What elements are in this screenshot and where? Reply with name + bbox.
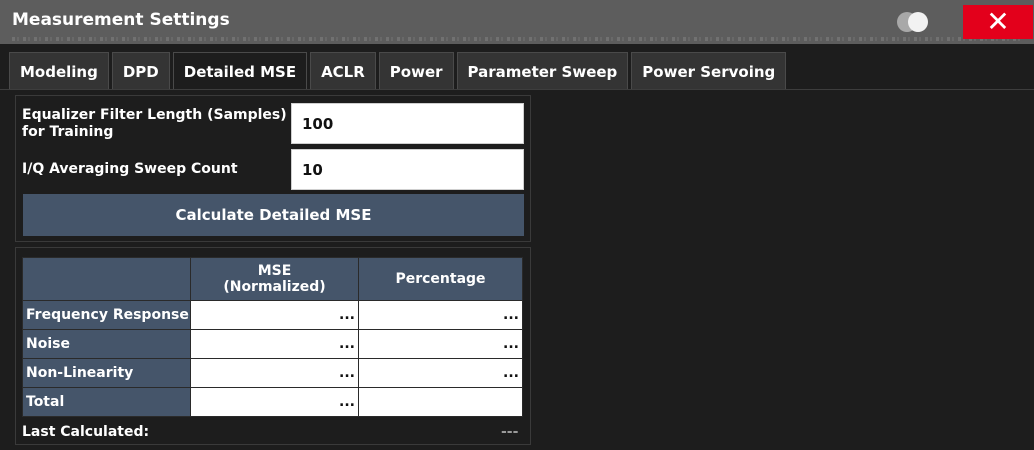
tab-parameter-sweep[interactable]: Parameter Sweep bbox=[456, 52, 629, 90]
table-row: Total ... bbox=[22, 387, 523, 417]
tab-detailed-mse[interactable]: Detailed MSE bbox=[172, 52, 308, 90]
row-label-frequency-response: Frequency Response bbox=[22, 300, 191, 330]
last-calculated-label: Last Calculated: bbox=[22, 424, 150, 440]
row-label-noise: Noise bbox=[22, 329, 191, 359]
iq-averaging-sweep-count-field[interactable]: 10 bbox=[291, 149, 524, 190]
calculate-detailed-mse-button[interactable]: Calculate Detailed MSE bbox=[23, 194, 524, 236]
tab-dpd[interactable]: DPD bbox=[111, 52, 170, 90]
title-bar: Measurement Settings ✕ bbox=[0, 0, 1034, 44]
tab-aclr[interactable]: ACLR bbox=[310, 52, 376, 90]
table-header-mse: MSE (Normalized) bbox=[190, 257, 359, 301]
equalizer-filter-length-label: Equalizer Filter Length (Samples) for Tr… bbox=[22, 107, 287, 141]
equalizer-label-line1: Equalizer Filter Length (Samples) bbox=[22, 107, 287, 123]
table-row: Frequency Response ... ... bbox=[22, 300, 523, 330]
table-row: Noise ... ... bbox=[22, 329, 523, 359]
header-mse-line1: MSE bbox=[257, 263, 292, 279]
window-title: Measurement Settings bbox=[12, 10, 230, 30]
mse-results-table: MSE (Normalized) Percentage Frequency Re… bbox=[22, 257, 523, 417]
row-label-total: Total bbox=[22, 387, 191, 417]
toggle-knob-icon bbox=[908, 12, 928, 32]
title-bar-divider bbox=[12, 37, 1022, 41]
percentage-value-total bbox=[358, 387, 523, 417]
table-header-percentage: Percentage bbox=[358, 257, 523, 301]
equalizer-label-line2: for Training bbox=[22, 124, 114, 140]
mse-value-frequency-response: ... bbox=[190, 300, 359, 330]
mse-value-noise: ... bbox=[190, 329, 359, 359]
percentage-value-frequency-response: ... bbox=[358, 300, 523, 330]
equalizer-filter-length-field[interactable]: 100 bbox=[291, 103, 524, 144]
tab-bar: Modeling DPD Detailed MSE ACLR Power Par… bbox=[9, 52, 789, 90]
table-header-empty bbox=[22, 257, 191, 301]
tab-modeling[interactable]: Modeling bbox=[9, 52, 109, 90]
iq-averaging-label: I/Q Averaging Sweep Count bbox=[22, 161, 238, 177]
row-label-non-linearity: Non-Linearity bbox=[22, 358, 191, 388]
percentage-value-non-linearity: ... bbox=[358, 358, 523, 388]
percentage-value-noise: ... bbox=[358, 329, 523, 359]
mse-value-total: ... bbox=[190, 387, 359, 417]
tab-power-servoing[interactable]: Power Servoing bbox=[631, 52, 787, 90]
mse-value-non-linearity: ... bbox=[190, 358, 359, 388]
table-header-row: MSE (Normalized) Percentage bbox=[22, 257, 523, 301]
tab-power[interactable]: Power bbox=[378, 52, 454, 90]
tab-strip-divider bbox=[0, 89, 1034, 90]
last-calculated-value: --- bbox=[501, 424, 519, 440]
header-mse-line2: (Normalized) bbox=[223, 279, 326, 295]
table-row: Non-Linearity ... ... bbox=[22, 358, 523, 388]
close-icon: ✕ bbox=[986, 5, 1010, 38]
toggle-switch[interactable] bbox=[897, 12, 929, 32]
close-button[interactable]: ✕ bbox=[963, 5, 1033, 39]
